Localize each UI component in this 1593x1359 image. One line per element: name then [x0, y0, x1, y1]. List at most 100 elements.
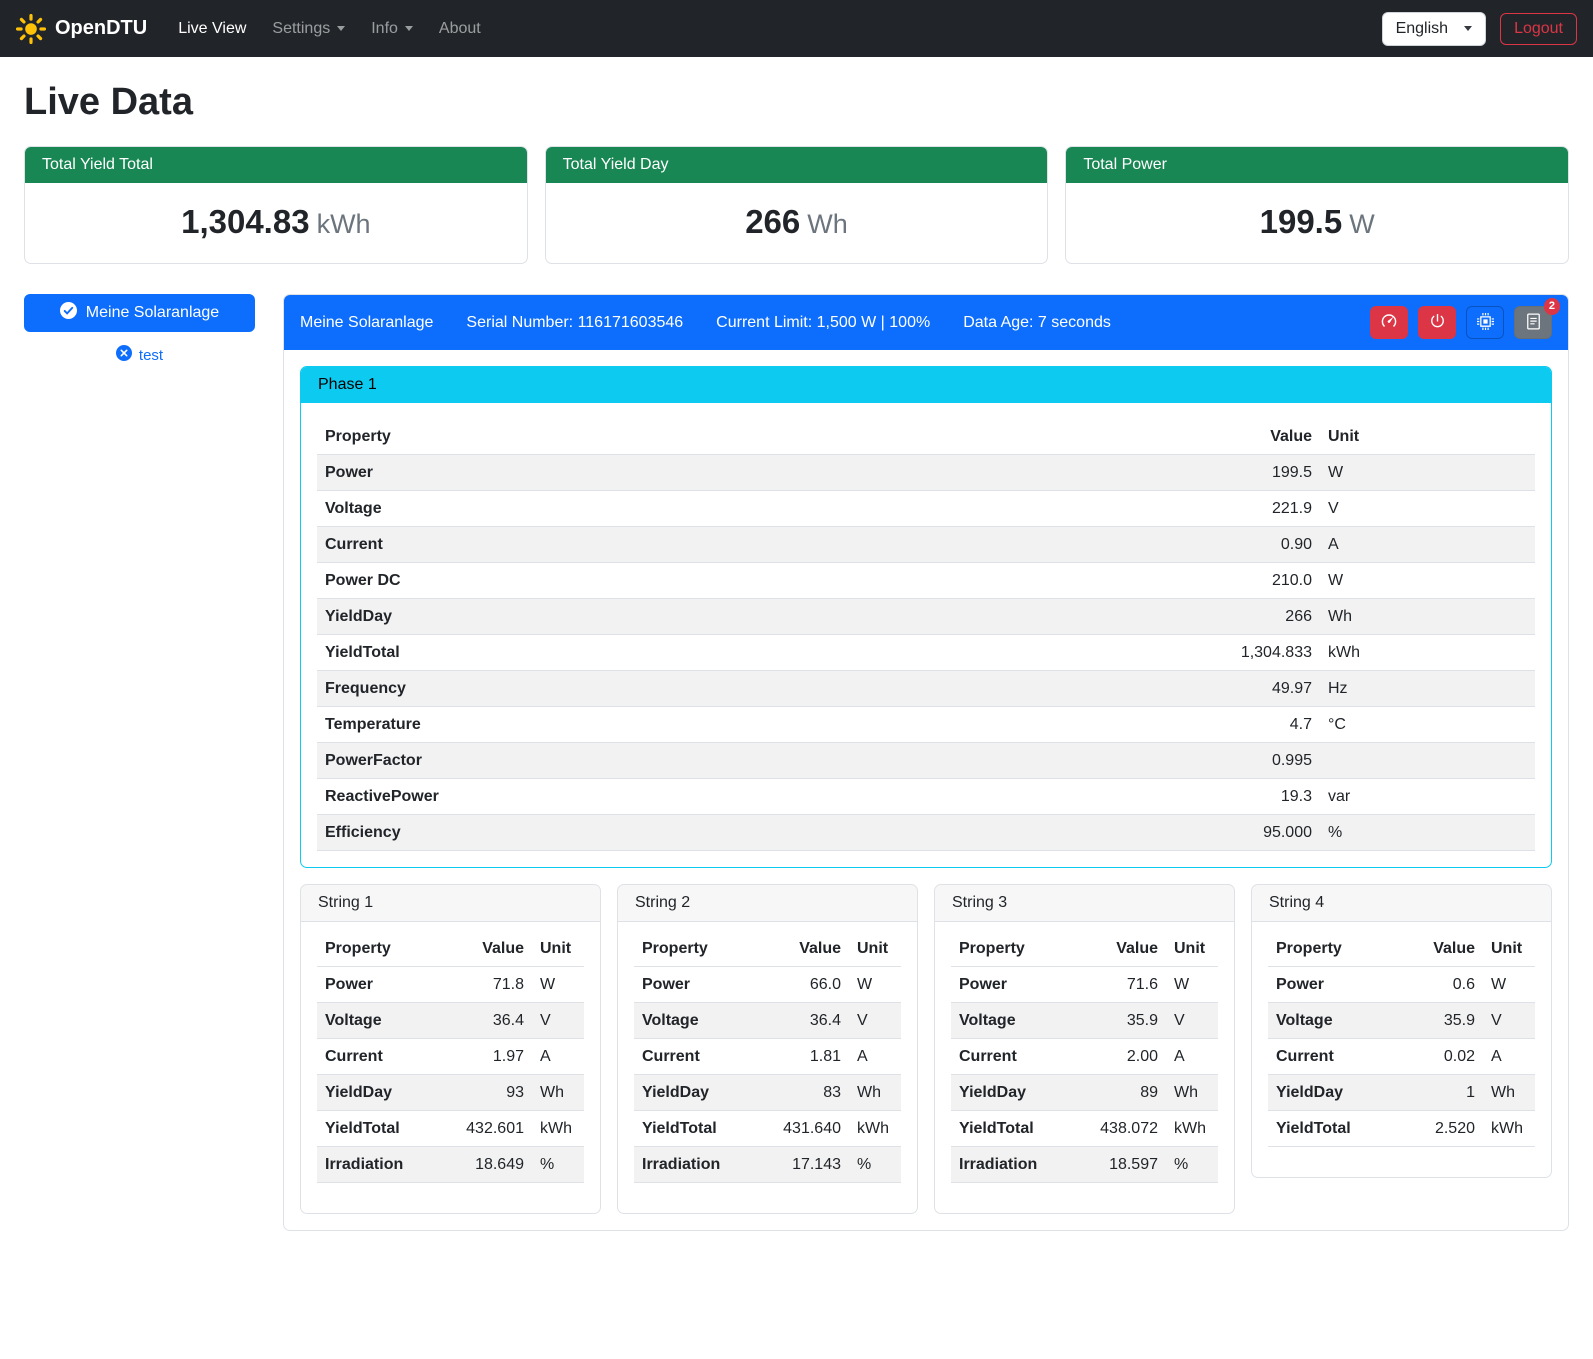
value-cell: 221.9 — [1190, 491, 1320, 527]
total-yield-total-value: 1,304.83 — [181, 203, 309, 240]
card-header: Total Yield Day — [546, 147, 1048, 183]
value-cell: 19.3 — [1190, 779, 1320, 815]
inverter-serial: Serial Number: 116171603546 — [466, 314, 683, 332]
table-row: PowerFactor 0.995 — [317, 743, 1535, 779]
logout-button[interactable]: Logout — [1500, 13, 1577, 45]
unit-cell: kWh — [1320, 635, 1535, 671]
property-cell: Power — [634, 967, 761, 1003]
events-count-badge: 2 — [1544, 298, 1560, 315]
property-cell: Voltage — [317, 1003, 444, 1039]
string-3-card: String 3 Property Value Unit — [934, 884, 1235, 1214]
unit-cell: % — [1320, 815, 1535, 851]
unit-cell: Wh — [849, 1075, 901, 1111]
power-icon — [1429, 313, 1446, 333]
table-row: Power 71.6 W — [951, 967, 1218, 1003]
inverter-name: Meine Solaranlage — [300, 314, 433, 332]
unit-cell: kWh — [1483, 1111, 1535, 1147]
table-row: Voltage 36.4 V — [317, 1003, 584, 1039]
unit-cell: V — [1320, 491, 1535, 527]
property-cell: YieldTotal — [317, 1111, 444, 1147]
table-header-row: Property Value Unit — [317, 419, 1535, 455]
limit-settings-button[interactable] — [1370, 306, 1408, 339]
power-button[interactable] — [1418, 306, 1456, 339]
language-select[interactable]: English — [1382, 12, 1486, 46]
navbar-left: OpenDTU Live View Settings Info About — [16, 12, 494, 46]
nav-live-view[interactable]: Live View — [165, 12, 259, 46]
total-yield-day-card: Total Yield Day 266Wh — [545, 146, 1049, 264]
value-cell: 1.81 — [761, 1039, 849, 1075]
page-title: Live Data — [24, 81, 1569, 124]
nav-info[interactable]: Info — [358, 12, 426, 46]
unit-cell: Wh — [1166, 1075, 1218, 1111]
table-row: Irradiation 18.597 % — [951, 1147, 1218, 1183]
journal-icon — [1525, 313, 1542, 333]
value-cell: 1.97 — [444, 1039, 532, 1075]
unit-cell: % — [849, 1147, 901, 1183]
property-cell: PowerFactor — [317, 743, 1190, 779]
nav-settings[interactable]: Settings — [259, 12, 358, 46]
property-column-header: Property — [1268, 931, 1395, 967]
value-cell: 4.7 — [1190, 707, 1320, 743]
unit-cell: W — [1320, 563, 1535, 599]
unit-column-header: Unit — [1166, 931, 1218, 967]
brand[interactable]: OpenDTU — [16, 14, 147, 44]
sidebar-item-meine-solaranlage[interactable]: Meine Solaranlage — [24, 294, 255, 332]
value-cell: 266 — [1190, 599, 1320, 635]
value-cell: 66.0 — [761, 967, 849, 1003]
inverter-card-header: Meine Solaranlage Serial Number: 1161716… — [284, 295, 1568, 350]
total-power-card: Total Power 199.5W — [1065, 146, 1569, 264]
sidebar-item-label: test — [139, 347, 163, 364]
inverter-card-body: Phase 1 Property Value Unit — [284, 350, 1568, 1230]
property-cell: Voltage — [634, 1003, 761, 1039]
value-column-header: Value — [1078, 931, 1166, 967]
unit-cell: kWh — [1166, 1111, 1218, 1147]
property-cell: YieldDay — [317, 1075, 444, 1111]
nav-info-label: Info — [371, 20, 398, 38]
property-cell: Current — [317, 1039, 444, 1075]
total-yield-total-unit: kWh — [317, 209, 371, 239]
unit-cell: W — [849, 967, 901, 1003]
unit-column-header: Unit — [532, 931, 584, 967]
unit-cell: A — [1483, 1039, 1535, 1075]
value-cell: 35.9 — [1078, 1003, 1166, 1039]
unit-cell: Wh — [1320, 599, 1535, 635]
value-cell: 36.4 — [761, 1003, 849, 1039]
string-body: Property Value Unit Power — [1252, 922, 1551, 1177]
table-row: YieldDay 89 Wh — [951, 1075, 1218, 1111]
table-row: YieldDay 1 Wh — [1268, 1075, 1535, 1111]
page-content: Live Data Total Yield Total 1,304.83kWh … — [0, 57, 1593, 1255]
chevron-down-icon — [405, 26, 413, 31]
table-row: Current 2.00 A — [951, 1039, 1218, 1075]
value-cell: 1 — [1395, 1075, 1483, 1111]
unit-cell: W — [532, 967, 584, 1003]
unit-column-header: Unit — [1483, 931, 1535, 967]
string-title: String 4 — [1252, 885, 1551, 922]
brand-label: OpenDTU — [55, 17, 147, 40]
value-cell: 89 — [1078, 1075, 1166, 1111]
value-cell: 0.6 — [1395, 967, 1483, 1003]
table-header-row: Property Value Unit — [317, 931, 584, 967]
property-cell: Power — [951, 967, 1078, 1003]
property-cell: YieldDay — [951, 1075, 1078, 1111]
check-circle-icon — [60, 302, 77, 324]
device-info-button[interactable] — [1466, 306, 1504, 339]
sidebar-item-test[interactable]: test — [24, 345, 255, 365]
property-cell: YieldDay — [317, 599, 1190, 635]
value-cell: 83 — [761, 1075, 849, 1111]
string-table: Property Value Unit Power — [634, 931, 901, 1183]
property-cell: YieldTotal — [634, 1111, 761, 1147]
phase-table-head: Property Value Unit — [317, 419, 1535, 455]
table-row: Efficiency 95.000 % — [317, 815, 1535, 851]
table-header-row: Property Value Unit — [634, 931, 901, 967]
cpu-icon — [1477, 313, 1494, 333]
value-cell: 0.90 — [1190, 527, 1320, 563]
nav-about[interactable]: About — [426, 12, 494, 46]
table-row: Current 1.81 A — [634, 1039, 901, 1075]
x-circle-icon — [116, 345, 132, 365]
unit-column-header: Unit — [1320, 419, 1535, 455]
event-log-button[interactable]: 2 — [1514, 306, 1552, 339]
unit-cell: A — [1166, 1039, 1218, 1075]
string-table: Property Value Unit Power — [951, 931, 1218, 1183]
unit-cell: kWh — [849, 1111, 901, 1147]
unit-cell — [1320, 743, 1535, 779]
